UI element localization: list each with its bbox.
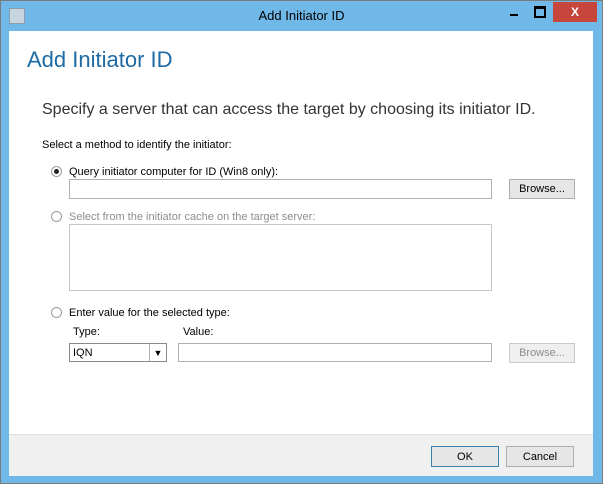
title-bar[interactable]: Add Initiator ID X: [1, 1, 602, 31]
enter-value-radio[interactable]: [51, 307, 62, 318]
close-button[interactable]: X: [553, 2, 597, 22]
query-input[interactable]: [69, 179, 492, 199]
enter-value-option-label: Enter value for the selected type:: [69, 307, 230, 319]
dialog-heading: Add Initiator ID: [27, 47, 173, 72]
cache-list[interactable]: [69, 224, 492, 291]
minimize-button[interactable]: [501, 2, 527, 22]
query-option-label: Query initiator computer for ID (Win8 on…: [69, 166, 279, 178]
cache-radio[interactable]: [51, 211, 62, 222]
dialog-footer: OK Cancel: [9, 434, 593, 476]
query-browse-button[interactable]: Browse...: [509, 179, 575, 199]
maximize-icon: [534, 6, 546, 18]
dialog-content: Add Initiator ID Specify a server that c…: [9, 31, 593, 476]
close-icon: X: [570, 5, 579, 19]
minimize-icon: [510, 14, 518, 16]
value-label: Value:: [183, 326, 214, 338]
instruction-text: Specify a server that can access the tar…: [42, 101, 536, 118]
value-browse-button[interactable]: Browse...: [509, 343, 575, 363]
cancel-button[interactable]: Cancel: [506, 446, 574, 467]
type-label: Type:: [73, 326, 100, 338]
maximize-button[interactable]: [527, 2, 553, 22]
ok-button[interactable]: OK: [431, 446, 499, 467]
value-input[interactable]: [178, 343, 492, 362]
chevron-down-icon[interactable]: ▼: [149, 344, 166, 361]
query-radio[interactable]: [51, 166, 62, 177]
dialog-window: Add Initiator ID X Add Initiator ID Spec…: [0, 0, 603, 484]
cache-option-label: Select from the initiator cache on the t…: [69, 211, 316, 223]
type-select-value: IQN: [73, 347, 93, 359]
type-select[interactable]: IQN ▼: [69, 343, 167, 362]
method-label: Select a method to identify the initiato…: [42, 139, 232, 151]
